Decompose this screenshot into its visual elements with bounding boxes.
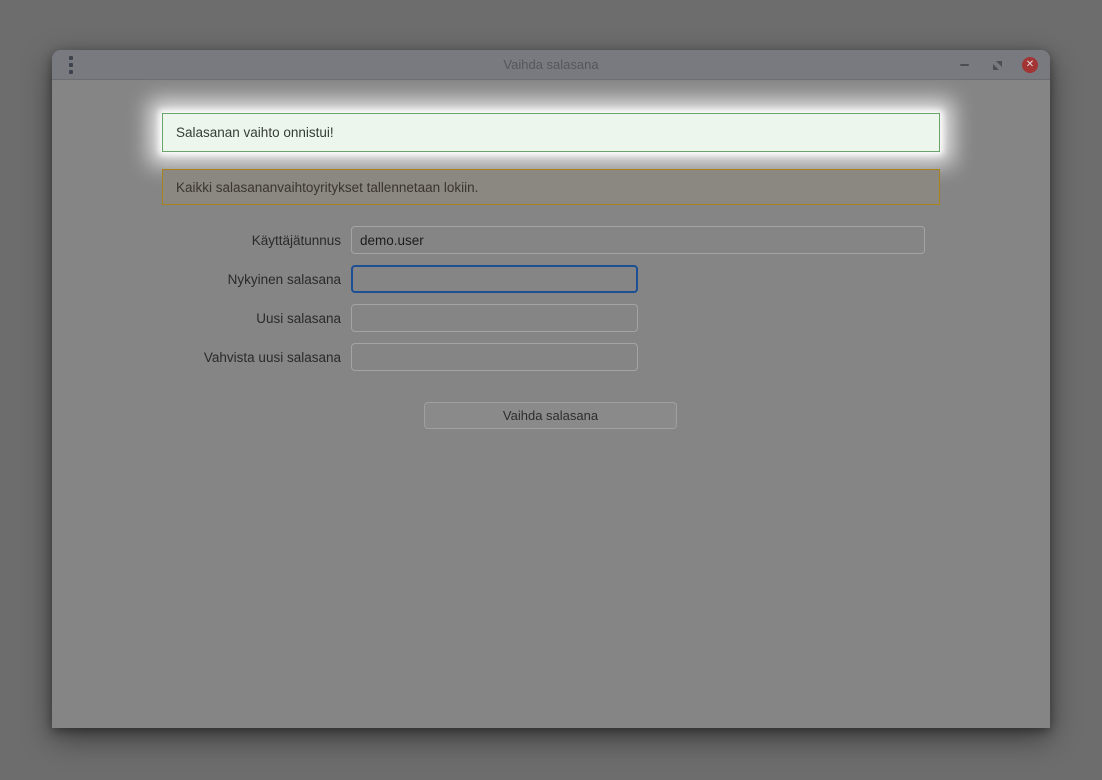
current-password-input[interactable] [351, 265, 638, 293]
success-message-text: Salasanan vaihto onnistui! [176, 125, 334, 140]
confirm-password-label: Vahvista uusi salasana [52, 350, 351, 365]
username-row: Käyttäjätunnus [52, 226, 1050, 254]
new-password-row: Uusi salasana [52, 304, 1050, 332]
confirm-password-input[interactable] [351, 343, 638, 371]
warning-message: Kaikki salasananvaihtoyritykset tallenne… [162, 169, 940, 205]
close-icon[interactable]: ✕ [1022, 57, 1038, 73]
minimize-icon[interactable] [956, 57, 972, 73]
restore-icon[interactable] [989, 57, 1005, 73]
window-body: Salasanan vaihto onnistui! Kaikki salasa… [52, 80, 1050, 728]
desktop-background: Vaihda salasana ✕ Salasanan vaihto onnis… [0, 0, 1102, 780]
change-password-window: Vaihda salasana ✕ Salasanan vaihto onnis… [52, 50, 1050, 728]
current-password-row: Nykyinen salasana [52, 265, 1050, 293]
password-form: Käyttäjätunnus Nykyinen salasana Uusi sa… [52, 226, 1050, 382]
change-password-button[interactable]: Vaihda salasana [424, 402, 677, 429]
warning-message-text: Kaikki salasananvaihtoyritykset tallenne… [176, 180, 478, 195]
username-label: Käyttäjätunnus [52, 233, 351, 248]
confirm-password-row: Vahvista uusi salasana [52, 343, 1050, 371]
window-title: Vaihda salasana [52, 57, 1050, 72]
username-input[interactable] [351, 226, 925, 254]
new-password-label: Uusi salasana [52, 311, 351, 326]
window-controls: ✕ [956, 50, 1038, 80]
titlebar[interactable]: Vaihda salasana ✕ [52, 50, 1050, 80]
current-password-label: Nykyinen salasana [52, 272, 351, 287]
success-message: Salasanan vaihto onnistui! [162, 113, 940, 152]
new-password-input[interactable] [351, 304, 638, 332]
